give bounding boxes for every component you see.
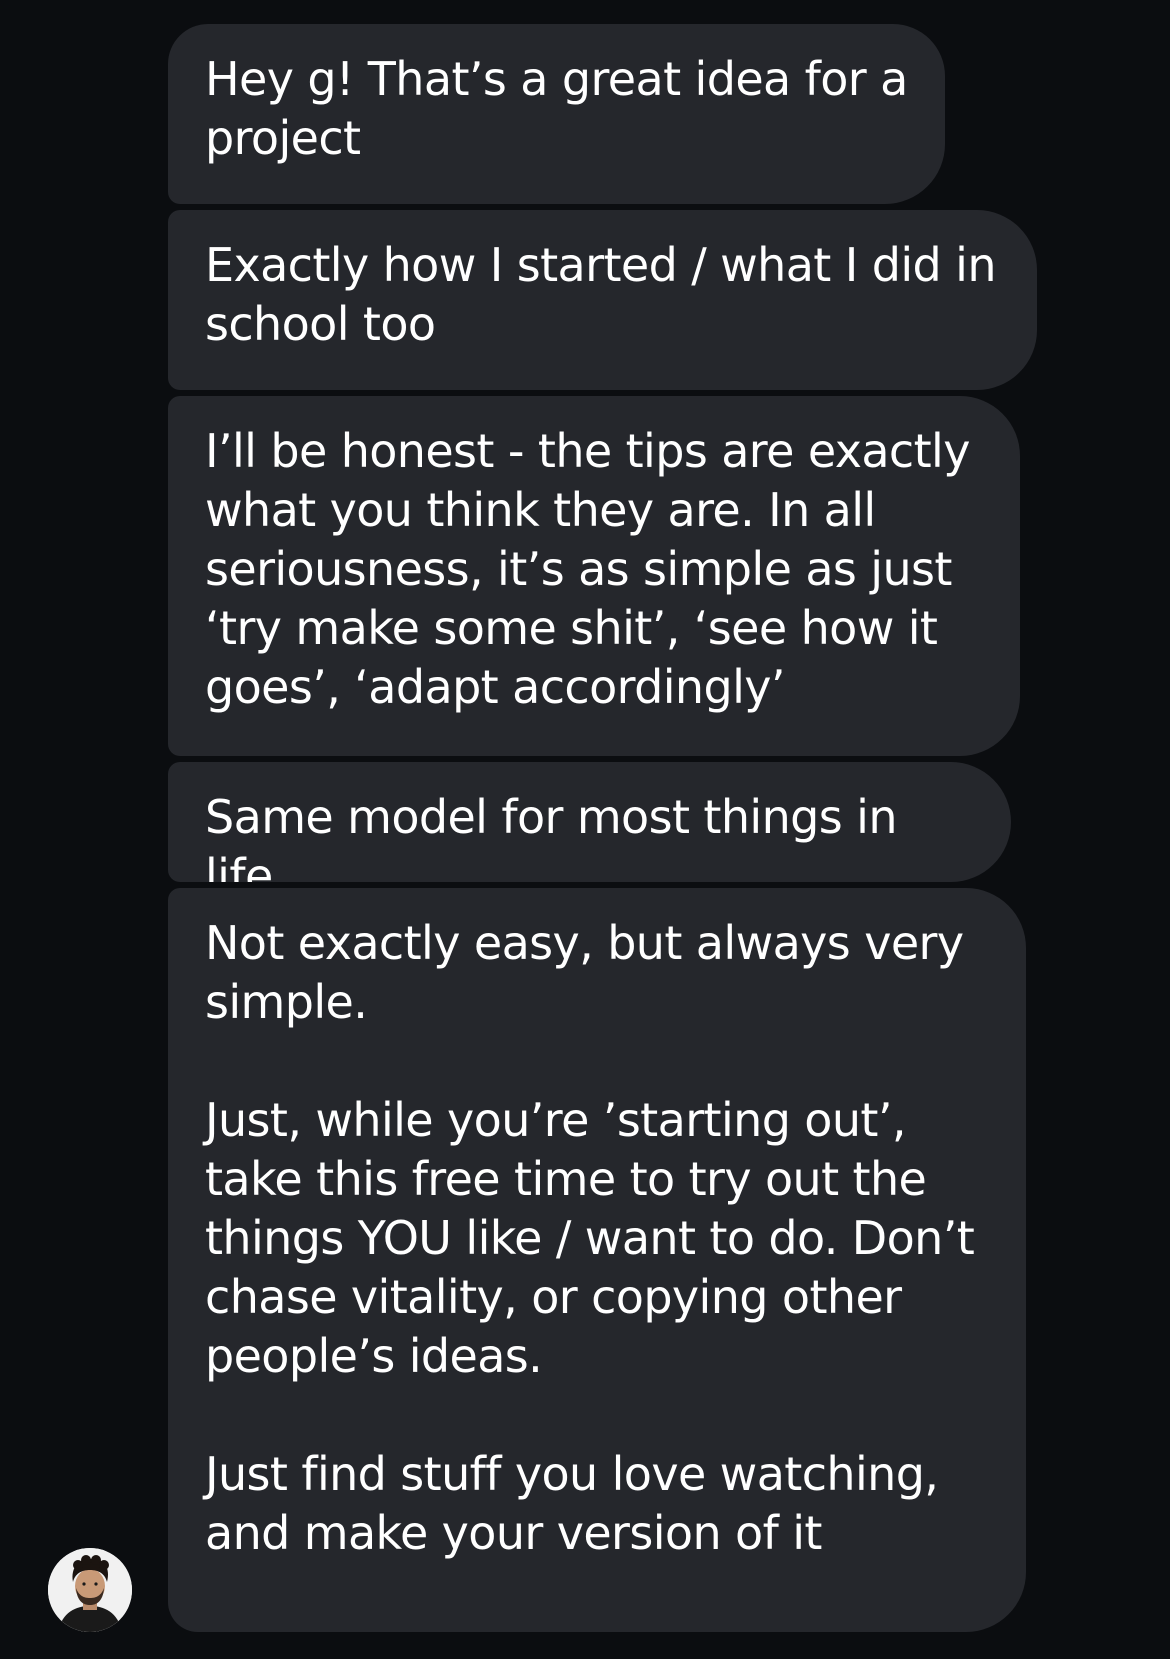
message-bubble[interactable]: I’ll be honest - the tips are exactly wh… [168,396,1020,756]
avatar-image [48,1548,132,1632]
user-avatar-icon[interactable] [48,1548,132,1632]
message-bubble[interactable]: Same model for most things in life [168,762,1011,882]
message-bubble[interactable]: Hey g! That’s a great idea for a project [168,24,945,204]
message-bubble[interactable]: Not exactly easy, but always very simple… [168,888,1026,1632]
message-bubble[interactable]: Exactly how I started / what I did in sc… [168,210,1037,390]
